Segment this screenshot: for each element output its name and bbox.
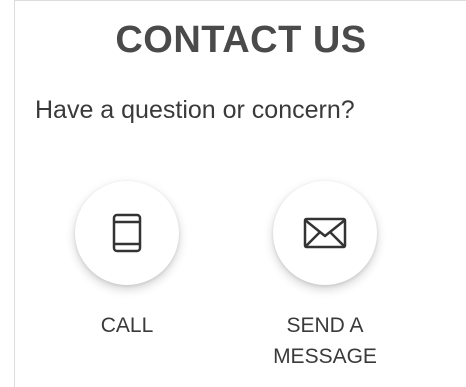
contact-card: CONTACT US Have a question or concern? C…	[14, 0, 466, 387]
send-message-label[interactable]: SEND A MESSAGE	[255, 310, 395, 372]
send-message-action[interactable]: SEND A MESSAGE	[255, 181, 395, 372]
send-message-label-line-1[interactable]: SEND A	[255, 310, 395, 341]
send-message-button[interactable]	[273, 181, 377, 285]
call-action[interactable]: CALL	[57, 181, 197, 341]
call-label[interactable]: CALL	[57, 310, 197, 341]
contact-title: CONTACT US	[115, 19, 367, 61]
contact-subtitle: Have a question or concern?	[35, 96, 355, 124]
envelope-icon	[303, 217, 347, 249]
call-label-line[interactable]: CALL	[57, 310, 197, 341]
call-button[interactable]	[75, 181, 179, 285]
phone-icon	[112, 213, 142, 253]
send-message-label-line-2[interactable]: MESSAGE	[255, 341, 395, 372]
